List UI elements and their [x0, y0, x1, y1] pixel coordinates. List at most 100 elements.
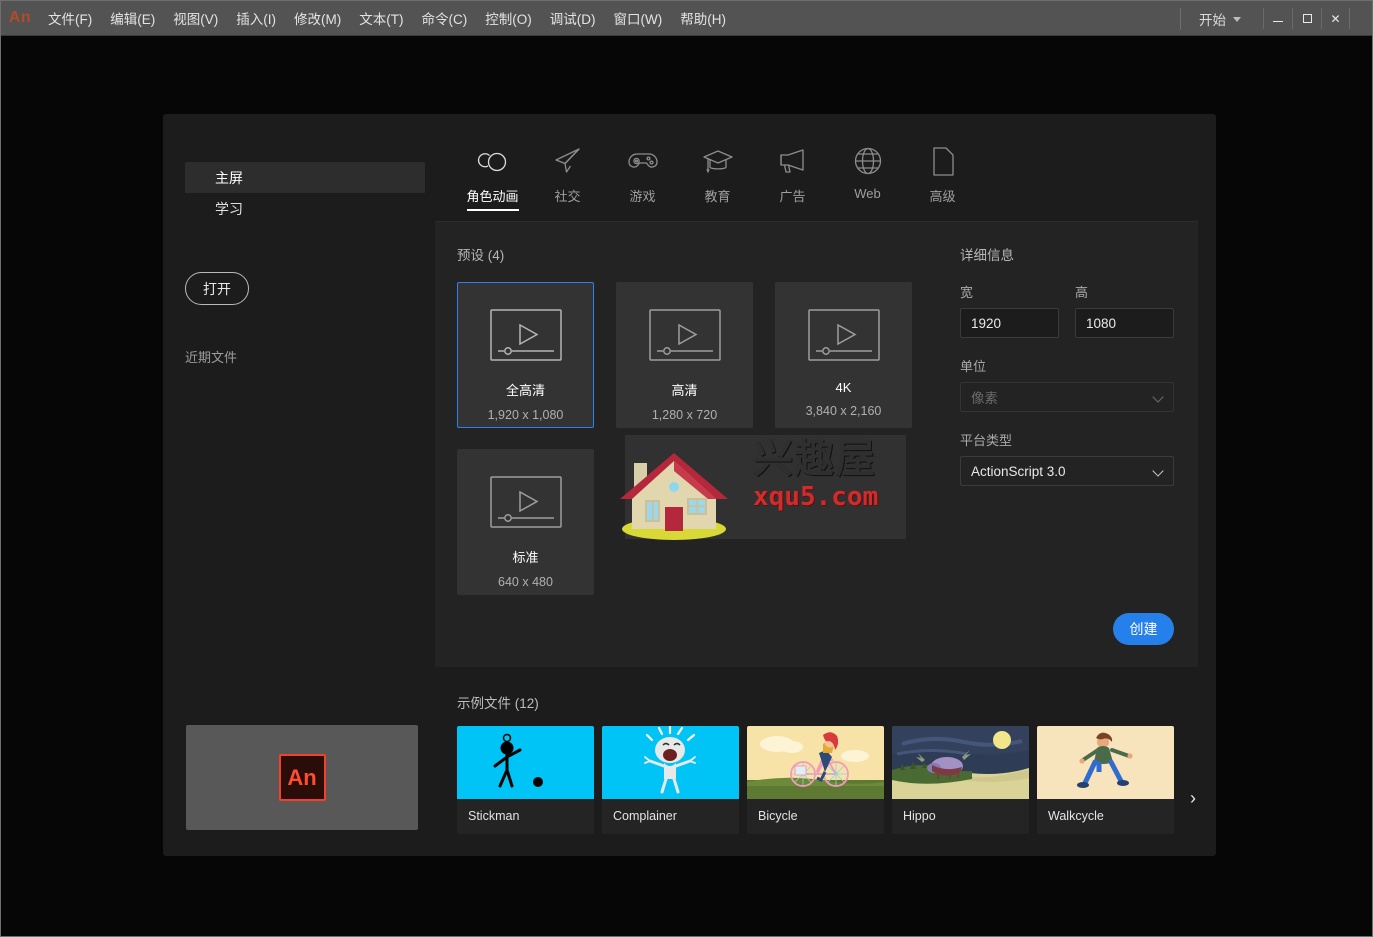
tab-character-animation[interactable]: 角色动画	[455, 136, 530, 221]
menu-bar-right-group: 开始 ✕	[1180, 1, 1372, 36]
sidebar-item-label: 主屏	[215, 169, 243, 186]
recent-file-thumbnail[interactable]: An	[186, 725, 418, 830]
minimize-icon	[1273, 21, 1283, 22]
height-input[interactable]	[1075, 308, 1174, 338]
window-controls: ✕	[1263, 8, 1372, 29]
width-label: 宽	[960, 285, 974, 300]
tab-advanced[interactable]: 高级	[905, 136, 980, 221]
preset-dimensions: 640 x 480	[498, 575, 553, 589]
sample-name: Complainer	[613, 809, 677, 823]
units-select: 像素	[960, 382, 1174, 412]
menu-item-control[interactable]: 控制(O)	[476, 3, 541, 33]
video-preset-icon	[489, 476, 562, 533]
sample-name: Stickman	[468, 809, 520, 823]
bicycle-thumb	[747, 726, 884, 799]
menu-item-edit[interactable]: 编辑(E)	[101, 3, 164, 33]
platform-select[interactable]: ActionScript 3.0	[960, 456, 1174, 486]
sidebar-item-home[interactable]: 主屏	[185, 162, 425, 193]
workspace-switcher[interactable]: 开始	[1195, 6, 1245, 32]
menu-bar: An 文件(F) 编辑(E) 视图(V) 插入(I) 修改(M) 文本(T) 命…	[1, 1, 1372, 36]
recent-files-heading: 近期文件	[185, 350, 238, 365]
sample-card-bicycle[interactable]: Bicycle	[747, 726, 884, 834]
sidebar-item-learn[interactable]: 学习	[185, 193, 425, 224]
stage-backdrop: 主屏 学习 打开 近期文件 An 角色动画 社交 游戏 教育 广告 Web 高级…	[1, 36, 1372, 936]
sample-card-walkcycle[interactable]: Walkcycle	[1037, 726, 1174, 834]
dimension-fields-row: 宽 高	[960, 282, 1174, 338]
start-screen-panel: 主屏 学习 打开 近期文件 An 角色动画 社交 游戏 教育 广告 Web 高级…	[163, 114, 1216, 856]
maximize-button[interactable]	[1292, 8, 1321, 29]
menu-item-debug[interactable]: 调试(D)	[541, 3, 605, 33]
tab-label: 游戏	[629, 189, 656, 204]
preset-card-4k[interactable]: 4K 3,840 x 2,160	[775, 282, 912, 428]
tab-social[interactable]: 社交	[530, 136, 605, 221]
paper-plane-icon	[553, 142, 583, 180]
sample-files-row: Stickman Complainer Bicycle Hippo Walkcy…	[457, 726, 1198, 834]
preset-card-full-hd[interactable]: 全高清 1,920 x 1,080	[457, 282, 594, 428]
menu-item-text[interactable]: 文本(T)	[350, 3, 412, 33]
start-screen-content: 角色动画 社交 游戏 教育 广告 Web 高级 预设 (4) 全高清 1,920…	[435, 114, 1226, 856]
width-input[interactable]	[960, 308, 1059, 338]
create-button[interactable]: 创建	[1113, 613, 1174, 645]
sample-name: Walkcycle	[1048, 809, 1104, 823]
chevron-down-icon	[1233, 17, 1241, 22]
minimize-button[interactable]	[1263, 8, 1292, 29]
video-preset-icon	[648, 309, 721, 366]
create-button-label: 创建	[1129, 621, 1158, 637]
gamepad-icon	[627, 142, 659, 180]
tab-education[interactable]: 教育	[680, 136, 755, 221]
menu-divider	[1180, 7, 1181, 30]
menu-item-file[interactable]: 文件(F)	[39, 3, 101, 33]
sample-card-stickman[interactable]: Stickman	[457, 726, 594, 834]
tab-web[interactable]: Web	[830, 136, 905, 221]
preset-dimensions: 3,840 x 2,160	[805, 404, 882, 418]
menu-item-help[interactable]: 帮助(H)	[671, 3, 735, 33]
presets-heading: 预设 (4)	[457, 248, 505, 263]
width-field-group: 宽	[960, 282, 1059, 338]
sample-name: Hippo	[903, 809, 936, 823]
chevron-down-icon	[1154, 467, 1163, 476]
chevron-down-icon	[1154, 393, 1163, 402]
open-button-label: 打开	[203, 280, 231, 297]
hippo-thumb	[892, 726, 1029, 799]
preset-name: 高清	[671, 383, 698, 398]
details-heading: 详细信息	[960, 248, 1014, 263]
app-logo-icon: An	[8, 9, 32, 26]
start-screen-sidebar: 主屏 学习 打开 近期文件 An	[163, 114, 435, 856]
presets-panel: 预设 (4) 全高清 1,920 x 1,080 高清 1,280 x 720 …	[435, 222, 936, 667]
samples-next-arrow-button[interactable]: ›	[1182, 784, 1204, 813]
complainer-thumb	[602, 726, 739, 799]
menu-item-insert[interactable]: 插入(I)	[227, 3, 285, 33]
tab-label: 角色动画	[466, 189, 519, 204]
platform-field-group: 平台类型 ActionScript 3.0	[960, 430, 1174, 486]
tab-label: 广告	[779, 189, 806, 204]
menu-item-commands[interactable]: 命令(C)	[413, 3, 477, 33]
animate-file-icon: An	[278, 754, 326, 801]
tab-label: 社交	[554, 189, 581, 204]
video-preset-icon	[807, 309, 880, 366]
character-animation-icon	[476, 142, 510, 180]
preset-card-hd[interactable]: 高清 1,280 x 720	[616, 282, 753, 428]
sample-files-heading: 示例文件 (12)	[457, 696, 539, 711]
sample-card-hippo[interactable]: Hippo	[892, 726, 1029, 834]
height-field-group: 高	[1075, 282, 1174, 338]
units-label: 单位	[960, 359, 987, 374]
menu-item-window[interactable]: 窗口(W)	[605, 3, 672, 33]
preset-name: 4K	[835, 380, 852, 395]
close-icon: ✕	[1330, 11, 1341, 26]
preset-grid: 全高清 1,920 x 1,080 高清 1,280 x 720 4K 3,84…	[457, 282, 912, 595]
tab-games[interactable]: 游戏	[605, 136, 680, 221]
open-file-button[interactable]: 打开	[185, 272, 249, 305]
preset-name: 全高清	[505, 383, 545, 398]
menu-item-modify[interactable]: 修改(M)	[285, 3, 350, 33]
sample-card-complainer[interactable]: Complainer	[602, 726, 739, 834]
preset-card-standard[interactable]: 标准 640 x 480	[457, 449, 594, 595]
stickman-thumb	[457, 726, 594, 799]
units-field-group: 单位 像素	[960, 356, 1174, 412]
application-window: An 文件(F) 编辑(E) 视图(V) 插入(I) 修改(M) 文本(T) 命…	[0, 0, 1373, 937]
close-button[interactable]: ✕	[1321, 8, 1350, 29]
preset-dimensions: 1,920 x 1,080	[487, 408, 564, 422]
presets-and-details-row: 预设 (4) 全高清 1,920 x 1,080 高清 1,280 x 720 …	[435, 222, 1198, 667]
walkcycle-thumb	[1037, 726, 1174, 799]
tab-advertising[interactable]: 广告	[755, 136, 830, 221]
menu-item-view[interactable]: 视图(V)	[164, 3, 227, 33]
